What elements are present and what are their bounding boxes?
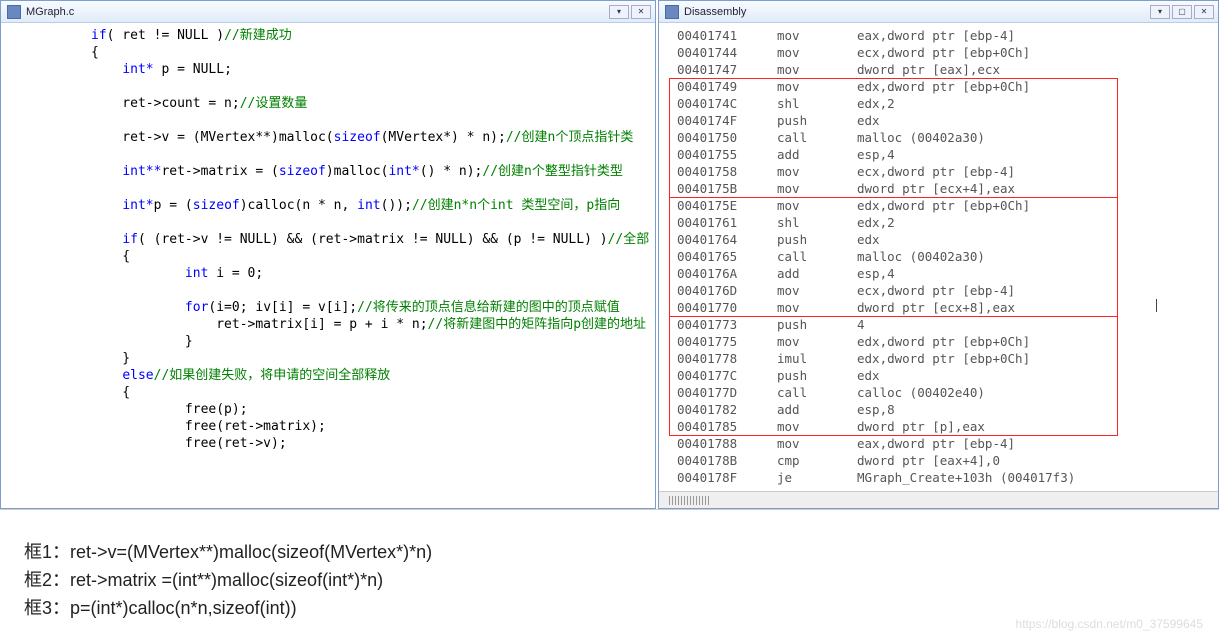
asm-row: 00401749movedx,dword ptr [ebp+0Ch] xyxy=(677,78,1218,95)
scrollbar-thumb[interactable] xyxy=(669,496,709,505)
asm-body[interactable]: 00401741moveax,dword ptr [ebp-4]00401744… xyxy=(659,23,1218,491)
asm-row: 0040176Dmovecx,dword ptr [ebp-4] xyxy=(677,282,1218,299)
source-code-window: MGraph.c ▾ ✕ if( ret != NULL )//新建成功 { i… xyxy=(0,0,656,509)
disassembly-window: Disassembly ▾ ▢ ✕ 00401741moveax,dword p… xyxy=(658,0,1219,509)
code-title: MGraph.c xyxy=(26,6,609,18)
dropdown-button[interactable]: ▾ xyxy=(1150,5,1170,19)
dropdown-button[interactable]: ▾ xyxy=(609,5,629,19)
asm-row: 00401761shledx,2 xyxy=(677,214,1218,231)
asm-row: 00401782addesp,8 xyxy=(677,401,1218,418)
asm-row: 00401765callmalloc (00402a30) xyxy=(677,248,1218,265)
asm-row: 00401785movdword ptr [p],eax xyxy=(677,418,1218,435)
maximize-button[interactable]: ▢ xyxy=(1172,5,1192,19)
scrollbar[interactable] xyxy=(659,491,1218,508)
asm-row: 00401788moveax,dword ptr [ebp-4] xyxy=(677,435,1218,452)
asm-row: 00401758movecx,dword ptr [ebp-4] xyxy=(677,163,1218,180)
asm-icon xyxy=(665,5,679,19)
annotation-notes: 框1：ret->v=(MVertex**)malloc(sizeof(MVert… xyxy=(0,510,1219,622)
note-line-2: 框2：ret->matrix =(int**)malloc(sizeof(int… xyxy=(24,566,1219,594)
source-code: if( ret != NULL )//新建成功 { int* p = NULL;… xyxy=(1,23,655,456)
asm-row: 00401750callmalloc (00402a30) xyxy=(677,129,1218,146)
asm-title: Disassembly xyxy=(684,6,1150,18)
asm-row: 00401764pushedx xyxy=(677,231,1218,248)
file-icon xyxy=(7,5,21,19)
code-titlebar[interactable]: MGraph.c ▾ ✕ xyxy=(1,1,655,23)
text-caret: | xyxy=(1155,297,1158,314)
asm-row: 0040176Aaddesp,4 xyxy=(677,265,1218,282)
asm-row: 00401741moveax,dword ptr [ebp-4] xyxy=(677,27,1218,44)
asm-row: 00401747movdword ptr [eax],ecx xyxy=(677,61,1218,78)
asm-row: 0040177Cpushedx xyxy=(677,367,1218,384)
asm-row: 00401744movecx,dword ptr [ebp+0Ch] xyxy=(677,44,1218,61)
asm-row: 00401773push4 xyxy=(677,316,1218,333)
asm-row: 0040174Cshledx,2 xyxy=(677,95,1218,112)
asm-titlebar[interactable]: Disassembly ▾ ▢ ✕ xyxy=(659,1,1218,23)
asm-row: 0040175Bmovdword ptr [ecx+4],eax xyxy=(677,180,1218,197)
close-button[interactable]: ✕ xyxy=(1194,5,1214,19)
asm-row: 00401770movdword ptr [ecx+8],eax xyxy=(677,299,1218,316)
asm-row: 0040178Bcmpdword ptr [eax+4],0 xyxy=(677,452,1218,469)
close-button[interactable]: ✕ xyxy=(631,5,651,19)
disassembly-listing: 00401741moveax,dword ptr [ebp-4]00401744… xyxy=(659,23,1218,490)
asm-row: 0040174Fpushedx xyxy=(677,112,1218,129)
asm-row: 0040177Dcallcalloc (00402e40) xyxy=(677,384,1218,401)
note-line-1: 框1：ret->v=(MVertex**)malloc(sizeof(MVert… xyxy=(24,538,1219,566)
asm-row: 00401778imuledx,dword ptr [ebp+0Ch] xyxy=(677,350,1218,367)
asm-row: 00401755addesp,4 xyxy=(677,146,1218,163)
code-body[interactable]: if( ret != NULL )//新建成功 { int* p = NULL;… xyxy=(1,23,655,508)
asm-row: 0040178FjeMGraph_Create+103h (004017f3) xyxy=(677,469,1218,486)
asm-row: 00401775movedx,dword ptr [ebp+0Ch] xyxy=(677,333,1218,350)
asm-row: 0040175Emovedx,dword ptr [ebp+0Ch] xyxy=(677,197,1218,214)
watermark: https://blog.csdn.net/m0_37599645 xyxy=(1016,617,1203,631)
